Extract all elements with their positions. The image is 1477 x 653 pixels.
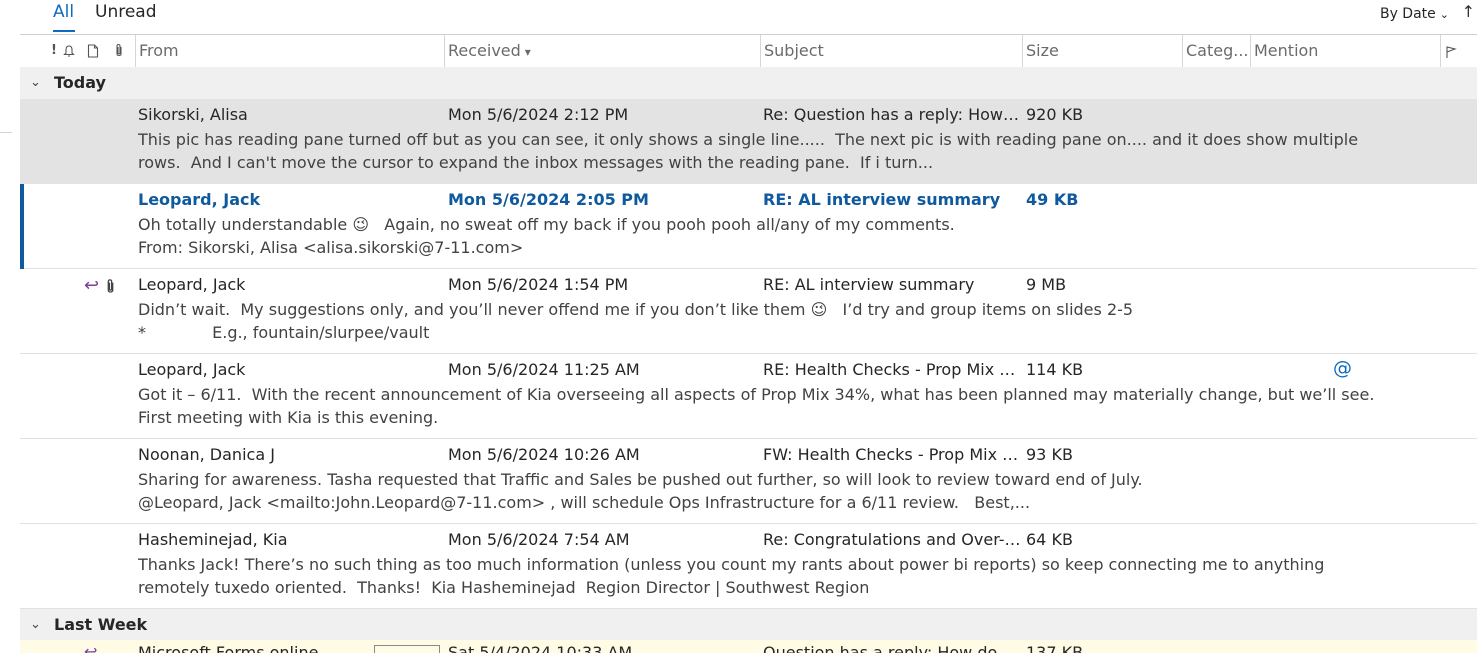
message-received: Mon 5/6/2024 2:05 PM xyxy=(448,190,649,209)
chevron-down-icon: ⌄ xyxy=(30,75,41,90)
chevron-down-icon: ⌄ xyxy=(30,617,41,632)
message-from: Microsoft Forms online xyxy=(138,643,319,653)
message-from: Sikorski, Alisa xyxy=(138,105,248,124)
message-received: Mon 5/6/2024 2:12 PM xyxy=(448,105,629,124)
message-preview: Thanks Jack! There’s no such thing as to… xyxy=(138,555,1330,597)
divider-tick xyxy=(0,132,12,133)
sort-descending-icon: ▾ xyxy=(524,45,531,59)
column-categories[interactable]: Categ... xyxy=(1182,35,1250,67)
sort-by-dropdown[interactable]: By Date ⌄ xyxy=(1380,6,1449,22)
message-row[interactable]: Hasheminejad, Kia Mon 5/6/2024 7:54 AM R… xyxy=(20,524,1477,609)
message-received: Mon 5/6/2024 1:54 PM xyxy=(448,275,629,294)
document-icon[interactable] xyxy=(87,35,99,67)
message-subject: FW: Health Checks - Prop Mix 3... xyxy=(763,445,1021,464)
column-subject[interactable]: Subject xyxy=(760,35,1022,67)
column-received-label: Received xyxy=(448,41,521,60)
message-preview: Didn’t wait. My suggestions only, and yo… xyxy=(138,300,1134,342)
message-row-partial[interactable]: ↩ Microsoft Forms online Sat 5/4/2024 10… xyxy=(20,640,1477,653)
message-preview: Sharing for awareness. Tasha requested t… xyxy=(138,470,1143,512)
message-subject: RE: Health Checks - Prop Mix 34% xyxy=(763,360,1021,379)
group-header-last-week[interactable]: ⌄ Last Week xyxy=(20,609,1477,642)
message-received: Mon 5/6/2024 11:25 AM xyxy=(448,360,640,379)
message-size: 9 MB xyxy=(1026,275,1067,294)
tab-unread[interactable]: Unread xyxy=(95,2,157,22)
message-subject: RE: AL interview summary xyxy=(763,190,1001,209)
tab-all-underline xyxy=(53,30,75,32)
message-from: Noonan, Danica J xyxy=(138,445,275,464)
message-from: Hasheminejad, Kia xyxy=(138,530,288,549)
attachment-icon xyxy=(105,276,116,295)
message-row[interactable]: ↩ Leopard, Jack Mon 5/6/2024 1:54 PM RE:… xyxy=(20,269,1477,354)
message-size: 137 KB xyxy=(1026,643,1084,653)
message-received: Sat 5/4/2024 10:33 AM xyxy=(448,643,633,653)
tab-all[interactable]: All xyxy=(53,2,74,22)
message-subject: RE: AL interview summary xyxy=(763,275,975,294)
category-tag xyxy=(374,645,440,653)
message-from: Leopard, Jack xyxy=(138,190,261,209)
message-row[interactable]: Leopard, Jack Mon 5/6/2024 2:05 PM RE: A… xyxy=(20,184,1477,269)
message-preview: Oh totally understandable 😉 Again, no sw… xyxy=(138,215,955,257)
message-from: Leopard, Jack xyxy=(138,360,246,379)
message-row[interactable]: Noonan, Danica J Mon 5/6/2024 10:26 AM F… xyxy=(20,439,1477,524)
paperclip-icon[interactable] xyxy=(114,35,124,67)
column-from[interactable]: From xyxy=(135,35,445,67)
unread-indicator-bar xyxy=(20,184,24,269)
group-label-today: Today xyxy=(54,73,106,92)
message-received: Mon 5/6/2024 7:54 AM xyxy=(448,530,630,549)
message-row[interactable]: Sikorski, Alisa Mon 5/6/2024 2:12 PM Re:… xyxy=(20,99,1477,184)
message-received: Mon 5/6/2024 10:26 AM xyxy=(448,445,640,464)
bell-icon[interactable] xyxy=(62,35,76,67)
message-preview: This pic has reading pane turned off but… xyxy=(138,130,1364,172)
message-subject: Question has a reply: How do xyxy=(763,643,998,653)
chevron-down-icon: ⌄ xyxy=(1439,8,1449,21)
message-size: 114 KB xyxy=(1026,360,1084,379)
message-subject: Re: Question has a reply: How d... xyxy=(763,105,1021,124)
group-header-today[interactable]: ⌄ Today xyxy=(20,67,1477,100)
left-divider xyxy=(0,34,21,653)
column-size[interactable]: Size xyxy=(1022,35,1183,67)
message-size: 64 KB xyxy=(1026,530,1073,549)
importance-column-icon[interactable]: ! xyxy=(51,35,57,67)
view-tabs: All Unread By Date ⌄ ↑ xyxy=(0,0,1477,34)
message-status-icons: ↩ xyxy=(84,275,116,296)
replied-icon: ↩ xyxy=(84,642,98,653)
group-label-last-week: Last Week xyxy=(54,615,148,634)
message-subject: Re: Congratulations and Over-s... xyxy=(763,530,1021,549)
message-preview: Got it – 6/11. With the recent announcem… xyxy=(138,385,1385,427)
message-size: 93 KB xyxy=(1026,445,1073,464)
sort-direction-icon[interactable]: ↑ xyxy=(1462,2,1475,21)
replied-icon: ↩ xyxy=(84,275,100,296)
message-from: Leopard, Jack xyxy=(138,275,246,294)
flag-icon[interactable] xyxy=(1440,35,1477,67)
column-received[interactable]: Received ▾ xyxy=(444,35,760,67)
mention-icon: @ xyxy=(1333,357,1352,379)
message-row[interactable]: Leopard, Jack Mon 5/6/2024 11:25 AM RE: … xyxy=(20,354,1477,439)
column-mention[interactable]: Mention xyxy=(1250,35,1440,67)
sort-by-label: By Date xyxy=(1379,6,1436,22)
message-size: 920 KB xyxy=(1026,105,1084,124)
column-header-row: ! From Received ▾ Subject Size Categ... M… xyxy=(20,34,1477,68)
message-size: 49 KB xyxy=(1026,190,1079,209)
